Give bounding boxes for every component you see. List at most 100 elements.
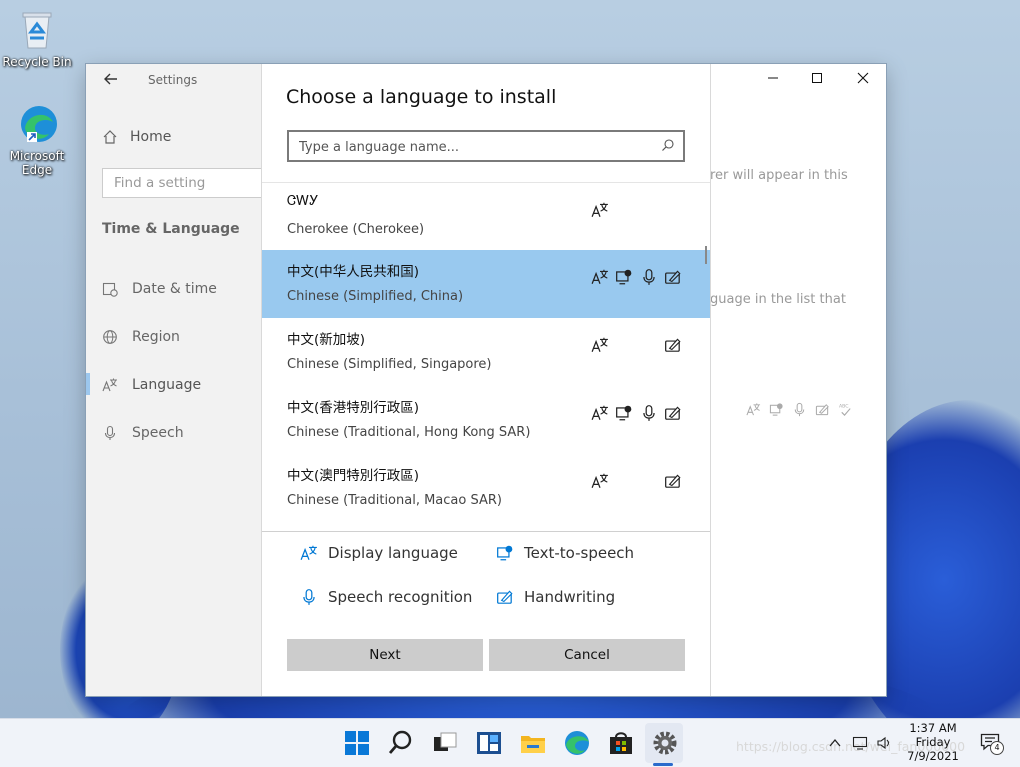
legend-display-language: Display language <box>300 544 458 562</box>
file-explorer-icon[interactable] <box>519 729 547 757</box>
chevron-up-icon[interactable] <box>828 737 842 749</box>
desktop-icon-label: Microsoft Edge <box>9 149 65 177</box>
widgets-icon[interactable] <box>475 729 503 757</box>
language-english-name: Cherokee (Cherokee) <box>287 222 425 237</box>
settings-window: Settings Home Find a setting Time & Lang… <box>86 64 886 696</box>
volume-icon[interactable] <box>876 736 892 750</box>
text-to-speech-icon <box>497 545 513 561</box>
notification-badge: 4 <box>990 741 1004 755</box>
handwriting-icon <box>665 406 681 420</box>
task-view-icon[interactable] <box>431 729 459 757</box>
nav-item-label: Region <box>132 329 180 345</box>
clock-day: Friday <box>915 735 951 749</box>
settings-gear-icon[interactable] <box>651 729 679 757</box>
find-setting-input[interactable]: Find a setting <box>102 168 272 198</box>
display-language-icon <box>591 405 608 420</box>
language-search-box[interactable] <box>287 130 685 162</box>
notification-button[interactable]: 4 <box>980 733 1004 755</box>
language-row-chinese-traditional-macao[interactable]: 中文(澳門特別行政區) Chinese (Traditional, Macao … <box>262 454 710 522</box>
arrow-left-icon <box>104 73 117 85</box>
display-language-icon <box>591 473 608 488</box>
speech-recognition-icon <box>643 405 655 421</box>
nav-item-label: Date & time <box>132 281 217 297</box>
globe-icon <box>103 330 117 344</box>
language-native-name: 中文(中华人民共和国) <box>287 264 420 280</box>
language-english-name: Chinese (Traditional, Macao SAR) <box>287 493 502 508</box>
recycle-bin-icon <box>22 12 52 49</box>
nav-speech[interactable]: Speech <box>102 422 184 444</box>
text-to-speech-icon <box>616 269 632 285</box>
search-icon[interactable] <box>661 138 675 152</box>
nav-home[interactable]: Home <box>102 126 171 148</box>
speech-recognition-icon <box>794 402 805 417</box>
language-icon <box>102 378 117 392</box>
background-text: guage in the list that <box>710 292 846 307</box>
cancel-button[interactable]: Cancel <box>489 639 685 671</box>
choose-language-dialog: Choose a language to install ᏣᎳᎩ Cheroke… <box>262 64 710 696</box>
background-text: rer will appear in this <box>710 168 848 183</box>
start-icon[interactable] <box>343 729 371 757</box>
settings-sidebar: Settings Home Find a setting Time & Lang… <box>86 64 272 696</box>
language-native-name: 中文(香港特別行政區) <box>287 400 420 416</box>
background-feature-icons: ABC <box>746 402 853 417</box>
handwriting-icon <box>815 404 829 416</box>
list-scrollbar-thumb[interactable] <box>705 246 707 264</box>
legend-text-to-speech: Text-to-speech <box>496 544 634 562</box>
language-english-name: Chinese (Simplified, Singapore) <box>287 357 492 372</box>
calendar-clock-icon <box>102 282 118 297</box>
nav-home-label: Home <box>130 129 172 145</box>
microphone-icon <box>104 425 116 440</box>
desktop-icon-edge[interactable]: Microsoft Edge <box>2 102 72 177</box>
handwriting-icon <box>665 338 681 352</box>
dialog-title: Choose a language to install <box>286 86 557 108</box>
legend-label: Handwriting <box>524 588 616 606</box>
legend-label: Speech recognition <box>328 588 473 606</box>
minimize-icon <box>768 77 778 79</box>
back-button[interactable] <box>100 70 122 92</box>
nav-region[interactable]: Region <box>102 326 180 348</box>
desktop-icon-label: Recycle Bin <box>2 55 72 69</box>
language-list[interactable]: ᏣᎳᎩ Cherokee (Cherokee) 中文(中华人民共和国) Chin… <box>262 182 710 532</box>
search-icon[interactable] <box>387 729 415 757</box>
display-language-icon <box>746 403 761 416</box>
spell-check-icon: ABC <box>839 404 851 416</box>
language-search-input[interactable] <box>297 136 651 158</box>
display-language-icon <box>591 337 608 352</box>
nav-date-time[interactable]: Date & time <box>102 278 217 300</box>
store-icon[interactable] <box>607 729 635 757</box>
nav-item-label: Speech <box>132 425 184 441</box>
language-row-cherokee[interactable]: ᏣᎳᎩ Cherokee (Cherokee) <box>262 183 710 251</box>
home-icon <box>103 130 117 144</box>
nav-item-label: Language <box>132 377 202 393</box>
desktop-icon-recycle-bin[interactable]: Recycle Bin <box>2 8 72 69</box>
legend-label: Text-to-speech <box>524 544 635 562</box>
clock-date: 7/9/2021 <box>907 749 959 763</box>
legend-handwriting: Handwriting <box>496 588 615 606</box>
text-to-speech-icon <box>769 403 783 416</box>
language-row-chinese-simplified-singapore[interactable]: 中文(新加坡) Chinese (Simplified, Singapore) <box>262 318 710 386</box>
section-title: Time & Language <box>102 221 240 237</box>
speech-recognition-icon <box>643 269 655 285</box>
clock-time: 1:37 AM <box>909 721 957 735</box>
language-native-name: 中文(澳門特別行政區) <box>287 468 420 484</box>
handwriting-icon <box>665 270 681 284</box>
language-row-chinese-traditional-hong-kong[interactable]: 中文(香港特別行政區) Chinese (Traditional, Hong K… <box>262 386 710 454</box>
display-language-icon <box>591 202 608 217</box>
close-button[interactable] <box>840 64 886 96</box>
language-row-chinese-simplified-china[interactable]: 中文(中华人民共和国) Chinese (Simplified, China) <box>262 250 710 318</box>
speech-recognition-icon <box>303 589 315 605</box>
language-english-name: Chinese (Traditional, Hong Kong SAR) <box>287 425 531 440</box>
maximize-icon <box>812 73 822 83</box>
system-clock[interactable]: 1:37 AM Friday 7/9/2021 <box>898 721 968 763</box>
edge-icon <box>21 106 57 142</box>
next-button[interactable]: Next <box>287 639 483 671</box>
legend-speech-recognition: Speech recognition <box>300 588 472 606</box>
display-language-icon <box>300 545 317 560</box>
nav-language[interactable]: Language <box>102 374 201 396</box>
maximize-button[interactable] <box>794 64 840 96</box>
network-icon[interactable] <box>852 736 868 750</box>
language-native-name: 中文(新加坡) <box>287 332 366 348</box>
minimize-button[interactable] <box>750 64 796 96</box>
background-content: rer will appear in this guage in the lis… <box>710 64 886 696</box>
edge-icon[interactable] <box>563 729 591 757</box>
